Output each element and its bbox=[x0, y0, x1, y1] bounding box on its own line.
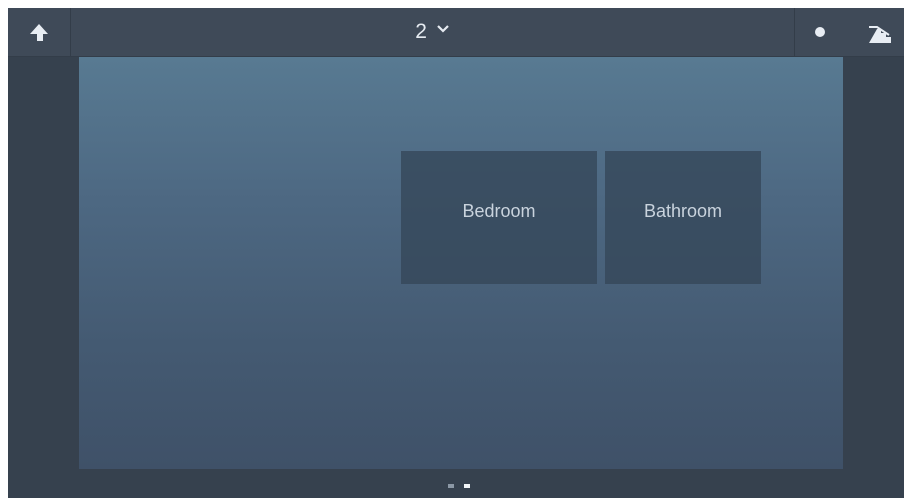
page-indicator bbox=[448, 484, 476, 492]
floor-title[interactable]: 2 bbox=[71, 20, 793, 44]
top-bar: 2 bbox=[8, 8, 904, 57]
chevron-down-icon bbox=[436, 25, 449, 34]
status-button[interactable] bbox=[794, 8, 847, 56]
room-tile-bathroom[interactable]: Bathroom bbox=[605, 151, 761, 284]
room-label: Bedroom bbox=[462, 201, 536, 221]
room-tile-bedroom[interactable]: Bedroom bbox=[401, 151, 597, 284]
dot-icon bbox=[815, 27, 825, 37]
back-arrow-icon bbox=[30, 24, 48, 41]
stairs-icon bbox=[869, 26, 891, 43]
app-screen: 2 Bedroom Bathroom bbox=[8, 8, 904, 498]
page-dot-1[interactable] bbox=[448, 484, 454, 488]
room-label: Bathroom bbox=[643, 201, 723, 221]
floor-label: 2 bbox=[415, 20, 427, 44]
floors-button[interactable] bbox=[847, 8, 904, 56]
floor-selector[interactable]: 2 bbox=[71, 8, 793, 56]
back-button[interactable] bbox=[8, 8, 71, 56]
page-dot-2[interactable] bbox=[464, 484, 471, 488]
room-grid-area: Bedroom Bathroom bbox=[79, 57, 843, 469]
